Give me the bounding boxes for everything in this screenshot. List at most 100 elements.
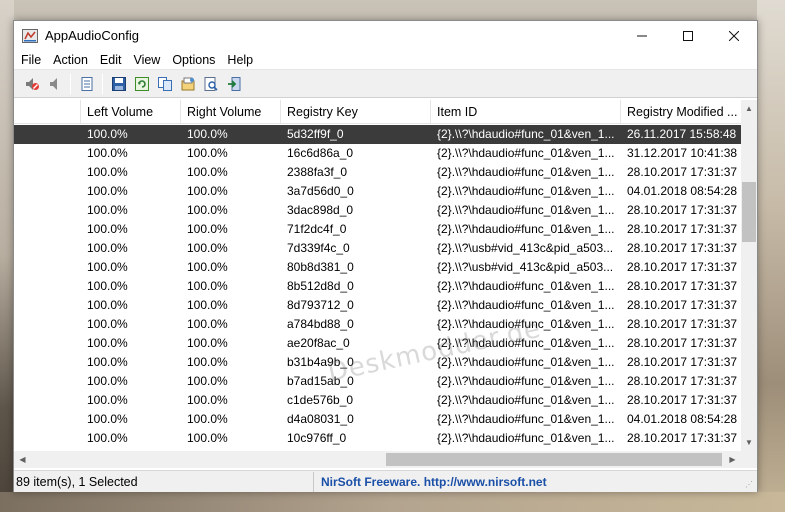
cell-right-volume: 100.0% [187,279,228,293]
table-row[interactable]: 100.0% 100.0% d4a08031_0 {2}.\\?\hdaudio#fu… [14,410,741,429]
cell-left-volume: 100.0% [87,374,128,388]
close-icon [729,30,739,41]
exit-icon[interactable] [222,73,245,95]
cell-registry-key: 2388fa3f_0 [287,165,348,179]
cell-registry-modified: 28.10.2017 17:31:37 [627,203,738,217]
toolbar-separator [102,73,103,94]
cell-registry-modified: 28.10.2017 17:31:37 [627,355,738,369]
copy-icon[interactable] [153,73,176,95]
table-row[interactable]: 100.0% 100.0% 2388fa3f_0 {2}.\\?\hdaudio#fu… [14,163,741,182]
column-header-left-volume[interactable]: Left Volume [81,100,181,124]
cell-right-volume: 100.0% [187,203,228,217]
cell-right-volume: 100.0% [187,355,228,369]
menu-edit[interactable]: Edit [94,50,128,70]
table-row[interactable]: 100.0% 100.0% 7d339f4c_0 {2}.\\?\usb#vid_41… [14,239,741,258]
menu-bar: File Action Edit View Options Help [14,50,757,70]
table-row[interactable]: 100.0% 100.0% 8b512d8d_0 {2}.\\?\hdaudio#fu… [14,277,741,296]
cell-registry-key: 8b512d8d_0 [287,279,354,293]
table-row[interactable]: 100.0% 100.0% a784bd88_0 {2}.\\?\hdaudio#fu… [14,315,741,334]
horizontal-scrollbar[interactable]: ◀ ▶ [14,451,741,468]
find-icon[interactable] [199,73,222,95]
cell-left-volume: 100.0% [87,298,128,312]
scroll-left-arrow-icon[interactable]: ◀ [14,451,31,468]
table-row[interactable]: 100.0% 100.0% b7ad15ab_0 {2}.\\?\hdaudio#fu… [14,372,741,391]
maximize-button[interactable] [665,21,711,50]
scroll-right-arrow-icon[interactable]: ▶ [724,451,741,468]
app-window: AppAudioConfig File Action Edit View Opt… [13,20,758,492]
cell-registry-key: 8d793712_0 [287,298,354,312]
cell-right-volume: 100.0% [187,241,228,255]
menu-view[interactable]: View [127,50,166,70]
cell-item-id: {2}.\\?\hdaudio#func_01&ven_1... [437,317,615,331]
scroll-up-arrow-icon[interactable]: ▲ [741,100,757,117]
cell-left-volume: 100.0% [87,203,128,217]
cell-registry-modified: 28.10.2017 17:31:37 [627,260,738,274]
save-icon[interactable] [107,73,130,95]
table-row[interactable]: 100.0% 100.0% 8d793712_0 {2}.\\?\hdaudio#fu… [14,296,741,315]
table-row[interactable]: 100.0% 100.0% c1de576b_0 {2}.\\?\hdaudio#fu… [14,391,741,410]
cell-item-id: {2}.\\?\hdaudio#func_01&ven_1... [437,165,615,179]
cell-row-icon [14,201,81,220]
cell-item-id: {2}.\\?\hdaudio#func_01&ven_1... [437,374,615,388]
resize-grip-icon[interactable]: ⋰ [745,480,755,490]
html-report-icon[interactable] [176,73,199,95]
cell-registry-modified: 28.10.2017 17:31:37 [627,298,738,312]
column-header-icon[interactable] [14,100,81,124]
table-row[interactable]: 100.0% 100.0% 3dac898d_0 {2}.\\?\hdaudio#fu… [14,201,741,220]
column-header-right-volume[interactable]: Right Volume [181,100,281,124]
column-header-item-id[interactable]: Item ID [431,100,621,124]
cell-item-id: {2}.\\?\hdaudio#func_01&ven_1... [437,336,615,350]
mute-icon[interactable] [20,73,43,95]
scroll-down-arrow-icon[interactable]: ▼ [741,434,757,451]
vertical-scroll-thumb[interactable] [742,182,756,242]
title-bar[interactable]: AppAudioConfig [14,21,757,50]
cell-registry-key: 10c976ff_0 [287,431,347,445]
table-row[interactable]: 100.0% 100.0% 71f2dc4f_0 {2}.\\?\hdaudio#fu… [14,220,741,239]
cell-registry-key: ae20f8ac_0 [287,336,350,350]
minimize-icon [637,35,647,36]
speaker-icon[interactable] [43,73,66,95]
horizontal-scroll-thumb[interactable] [386,453,722,466]
cell-row-icon [14,277,81,296]
cell-registry-key: 3a7d56d0_0 [287,184,354,198]
cell-right-volume: 100.0% [187,317,228,331]
cell-item-id: {2}.\\?\hdaudio#func_01&ven_1... [437,279,615,293]
table-row[interactable]: 100.0% 100.0% b31b4a9b_0 {2}.\\?\hdaudio#fu… [14,353,741,372]
table-row[interactable]: 100.0% 100.0% 3a7d56d0_0 {2}.\\?\hdaudio#fu… [14,182,741,201]
close-button[interactable] [711,21,757,50]
cell-item-id: {2}.\\?\hdaudio#func_01&ven_1... [437,222,615,236]
cell-right-volume: 100.0% [187,165,228,179]
column-header-registry-modified[interactable]: Registry Modified ... [621,100,741,124]
cell-item-id: {2}.\\?\hdaudio#func_01&ven_1... [437,393,615,407]
cell-registry-modified: 28.10.2017 17:31:37 [627,222,738,236]
table-row[interactable]: 100.0% 100.0% 10c976ff_0 {2}.\\?\hdaudio#fu… [14,429,741,448]
menu-options[interactable]: Options [166,50,221,70]
cell-right-volume: 100.0% [187,393,228,407]
cell-right-volume: 100.0% [187,412,228,426]
nirsoft-link[interactable]: NirSoft Freeware. http://www.nirsoft.net [314,475,547,489]
column-header-registry-key[interactable]: Registry Key [281,100,431,124]
toolbar-separator [70,73,71,94]
table-row[interactable]: 100.0% 100.0% 5d32ff9f_0 {2}.\\?\hdaudio#fu… [14,125,741,144]
app-icon [22,28,38,44]
table-row[interactable]: 100.0% 100.0% ae20f8ac_0 {2}.\\?\hdaudio#fu… [14,334,741,353]
properties-icon[interactable] [75,73,98,95]
table-row[interactable]: 100.0% 100.0% 16c6d86a_0 {2}.\\?\hdaudio#fu… [14,144,741,163]
menu-action[interactable]: Action [47,50,94,70]
cell-row-icon [14,220,81,239]
minimize-button[interactable] [619,21,665,50]
audio-items-list[interactable]: Left Volume Right Volume Registry Key It… [14,100,757,468]
cell-left-volume: 100.0% [87,146,128,160]
cell-left-volume: 100.0% [87,260,128,274]
cell-registry-modified: 28.10.2017 17:31:37 [627,336,738,350]
cell-row-icon [14,144,81,163]
cell-registry-modified: 28.10.2017 17:31:37 [627,393,738,407]
menu-file[interactable]: File [15,50,47,70]
vertical-scrollbar[interactable]: ▲ ▼ [741,100,757,451]
menu-help[interactable]: Help [221,50,259,70]
cell-registry-modified: 28.10.2017 17:31:37 [627,279,738,293]
table-row[interactable]: 100.0% 100.0% 80b8d381_0 {2}.\\?\usb#vid_41… [14,258,741,277]
list-rows: 100.0% 100.0% 5d32ff9f_0 {2}.\\?\hdaudio#fu… [14,125,741,448]
cell-registry-key: 16c6d86a_0 [287,146,354,160]
refresh-icon[interactable] [130,73,153,95]
